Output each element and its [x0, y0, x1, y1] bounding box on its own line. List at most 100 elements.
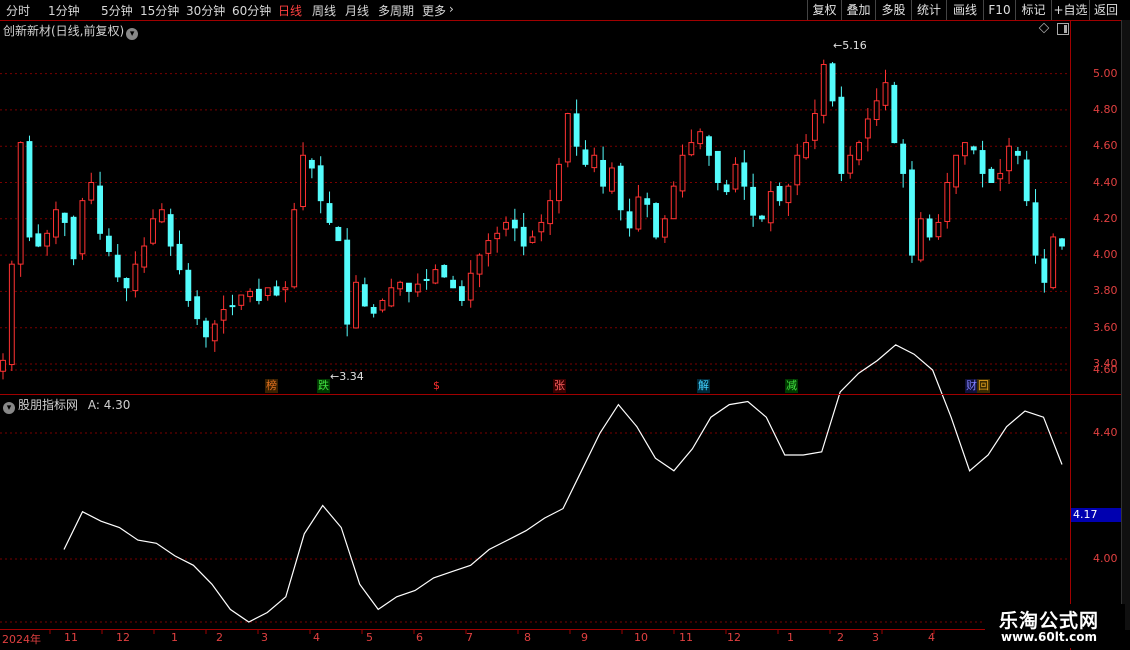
candle-body [1006, 145, 1012, 172]
price-tick-label: 4.60 [1093, 363, 1118, 376]
candle-body [617, 165, 624, 211]
candle-body [679, 154, 686, 192]
candle-body [847, 154, 854, 174]
candle-body [247, 290, 254, 298]
candle-body [344, 239, 351, 325]
candle-body [282, 287, 289, 291]
candle-body [900, 143, 907, 174]
event-marker[interactable]: 榜 [265, 379, 278, 393]
candle-body [335, 226, 342, 242]
candle-body [0, 359, 6, 372]
candle-body [979, 150, 986, 174]
event-marker[interactable]: 回 [977, 379, 990, 393]
date-tick-label: 1 [787, 631, 794, 644]
date-tick-label: 2 [216, 631, 223, 644]
candle-body [838, 96, 845, 174]
event-marker[interactable]: 跌 [317, 379, 330, 393]
candle-body [688, 142, 695, 156]
window-toggle-icon[interactable] [1057, 23, 1069, 35]
date-tick-label: 12 [727, 631, 741, 644]
axis-scroll-strip[interactable] [1121, 20, 1130, 630]
candle-body [1050, 236, 1057, 289]
price-tick-label: 3.80 [1093, 284, 1118, 298]
event-marker[interactable]: 解 [697, 379, 710, 393]
candle-body [123, 278, 130, 289]
candle-body [670, 185, 677, 220]
candle-body [759, 215, 765, 220]
candle-body [414, 283, 421, 293]
candle-body [1014, 150, 1021, 156]
candle-body [547, 200, 554, 225]
candle-body [264, 287, 271, 297]
low-price-label: 3.34 [339, 370, 364, 383]
indicator-title[interactable]: ▾ 股朋指标网 A: 4.30 [3, 396, 130, 414]
candle-body [970, 146, 977, 151]
candle-body [573, 113, 580, 147]
indicator-name: 股朋指标网 [18, 398, 79, 412]
candle-body [353, 281, 359, 329]
candle-body [97, 185, 104, 234]
price-tick-label: 4.40 [1093, 175, 1118, 189]
candle-body [511, 219, 518, 229]
date-tick-label: 9 [581, 631, 588, 644]
chevron-down-icon[interactable]: ▾ [3, 402, 15, 414]
candle-body [909, 169, 915, 256]
candle-body [891, 84, 898, 144]
candle-body [785, 185, 792, 204]
candle-body [150, 218, 156, 244]
candle-body [917, 218, 924, 261]
candle-body [961, 142, 968, 157]
candle-body [723, 184, 730, 193]
candle-body [794, 154, 801, 186]
candlestick-series [0, 59, 1065, 380]
candle-body [564, 113, 571, 163]
candle-body [291, 209, 298, 288]
candle-body [485, 240, 492, 254]
candle-body [935, 221, 942, 238]
candle-body [926, 218, 933, 238]
candle-body [953, 154, 960, 188]
event-marker[interactable]: 减 [785, 379, 798, 393]
price-tick-label: 4.60 [1093, 139, 1118, 153]
event-marker[interactable]: 张 [553, 379, 566, 393]
high-price-annotation: ←5.16 [833, 39, 867, 52]
candle-body [26, 141, 33, 238]
candle-body [185, 269, 192, 301]
candle-body [697, 131, 704, 145]
candle-body [203, 320, 209, 338]
candle-body [450, 279, 457, 289]
series-label: A: [87, 398, 100, 412]
candle-body [432, 269, 439, 284]
chevron-down-icon[interactable]: ▾ [126, 28, 139, 40]
date-tick-label: 5 [366, 631, 373, 644]
candle-body [79, 200, 86, 255]
candle-body [591, 154, 598, 169]
candle-body [406, 282, 412, 292]
candle-body [423, 278, 430, 282]
price-tick-label: 4.80 [1093, 102, 1118, 116]
event-marker[interactable]: $ [432, 379, 441, 393]
candle-body [811, 113, 818, 141]
candle-body [70, 216, 77, 260]
price-tick-label: 5.00 [1093, 66, 1118, 80]
candle-body [503, 221, 509, 230]
date-tick-label: 10 [634, 631, 648, 644]
candle-body [300, 154, 306, 208]
candle-body [158, 209, 165, 223]
candle-body [370, 306, 377, 314]
candle-body [105, 235, 112, 252]
candle-body [467, 272, 474, 301]
candle-body [873, 100, 880, 121]
date-tick-label: 3 [872, 631, 879, 644]
candle-body [538, 221, 545, 233]
candle-body [53, 209, 59, 238]
candle-body [229, 305, 236, 308]
date-tick-label: 8 [524, 631, 531, 644]
candle-body [520, 226, 527, 247]
date-tick-label: 11 [64, 631, 78, 644]
current-value-tag: 4.17 [1071, 508, 1121, 522]
candle-body [1059, 238, 1065, 247]
candle-body [529, 236, 536, 243]
main-chart-title[interactable]: 创新新材(日线,前复权) ▾ [3, 22, 139, 40]
candle-body [741, 162, 748, 187]
